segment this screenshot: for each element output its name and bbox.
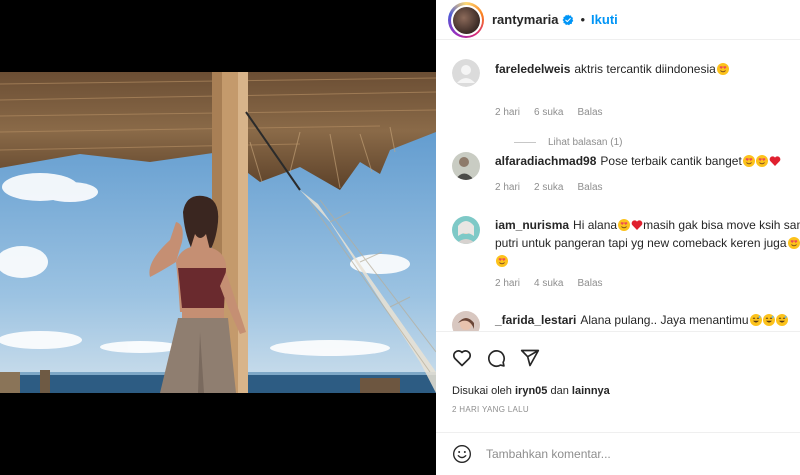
avatar-image bbox=[452, 6, 480, 34]
comment-text: _farida_lestari Alana pulang.. Jaya menan… bbox=[495, 311, 800, 329]
view-replies-label: Lihat balasan (1) bbox=[548, 137, 623, 148]
heart-icon[interactable] bbox=[452, 348, 472, 368]
comments-list[interactable]: fareledelweis aktris tercantik diindonesi… bbox=[436, 41, 800, 331]
comment-meta: 2 hari 2 suka Balas bbox=[495, 182, 603, 193]
heart-eyes-emoji-icon bbox=[755, 155, 768, 167]
comment-username[interactable]: fareledelweis bbox=[495, 62, 570, 76]
emoji-picker-icon[interactable] bbox=[452, 444, 472, 464]
reply-button[interactable]: Balas bbox=[577, 182, 602, 193]
comment-username[interactable]: alfaradiachmad98 bbox=[495, 154, 596, 168]
media-pane bbox=[0, 0, 436, 475]
comment-avatar[interactable] bbox=[452, 152, 480, 180]
comment-likes[interactable]: 6 suka bbox=[534, 107, 563, 118]
comment-username[interactable]: _farida_lestari bbox=[495, 313, 576, 327]
comment-content: Pose terbaik cantik banget bbox=[600, 154, 742, 168]
comment-avatar[interactable] bbox=[452, 311, 480, 331]
avatar-inner bbox=[450, 4, 482, 36]
post-header: rantymaria • Ikuti bbox=[436, 0, 800, 40]
red-heart-emoji-icon bbox=[769, 156, 781, 166]
comment-input[interactable] bbox=[486, 447, 746, 461]
liked-user-link[interactable]: iryn05 bbox=[515, 385, 547, 397]
view-replies-button[interactable]: Lihat balasan (1) bbox=[514, 137, 623, 148]
heart-eyes-emoji-icon bbox=[716, 63, 729, 75]
grinning-sweat-emoji-icon bbox=[762, 314, 775, 326]
comment-time: 2 hari bbox=[495, 182, 521, 193]
post-timestamp[interactable]: 2 HARI YANG LALU bbox=[452, 405, 529, 414]
reply-button[interactable]: Balas bbox=[577, 278, 602, 289]
comment-username[interactable]: iam_nurisma bbox=[495, 218, 569, 232]
reply-button[interactable]: Balas bbox=[577, 107, 602, 118]
post-sidebar: rantymaria • Ikuti fareledelweis aktris t… bbox=[436, 0, 800, 475]
red-heart-emoji-icon bbox=[631, 220, 643, 230]
comment-time: 2 hari bbox=[495, 278, 521, 289]
post-actions: Disukai oleh iryn05 dan lainnya 2 HARI Y… bbox=[436, 331, 800, 437]
comment-icon[interactable] bbox=[486, 348, 506, 368]
comment-content-part1: Hi alana bbox=[573, 218, 618, 232]
liked-others-link[interactable]: lainnya bbox=[572, 385, 610, 397]
liked-conj: dan bbox=[550, 385, 569, 397]
comment-text: iam_nurisma Hi alana masih gak bisa move k… bbox=[495, 216, 800, 270]
comment-text: fareledelweis aktris tercantik diindonesi… bbox=[495, 60, 800, 78]
heart-eyes-emoji-icon bbox=[787, 237, 800, 249]
author-username[interactable]: rantymaria bbox=[492, 12, 558, 27]
comment-avatar[interactable] bbox=[452, 216, 480, 244]
comment-meta: 2 hari 6 suka Balas bbox=[495, 107, 603, 118]
comment-avatar[interactable] bbox=[452, 59, 480, 87]
action-icons bbox=[452, 348, 540, 368]
post-photo[interactable] bbox=[0, 72, 436, 393]
liked-prefix: Disukai oleh bbox=[452, 385, 512, 397]
author-avatar[interactable] bbox=[448, 2, 484, 38]
heart-eyes-emoji-icon bbox=[742, 155, 755, 167]
heart-eyes-emoji-icon bbox=[618, 219, 631, 231]
comment-likes[interactable]: 2 suka bbox=[534, 182, 563, 193]
comment-meta: 2 hari 4 suka Balas bbox=[495, 278, 603, 289]
grinning-sweat-emoji-icon bbox=[775, 314, 788, 326]
replies-divider bbox=[514, 142, 536, 143]
comment-time: 2 hari bbox=[495, 107, 521, 118]
verified-badge-icon bbox=[562, 14, 574, 25]
comment-content: aktris tercantik diindonesia bbox=[574, 62, 716, 76]
comment-text: alfaradiachmad98 Pose terbaik cantik bang… bbox=[495, 152, 800, 170]
header-separator: • bbox=[580, 12, 586, 27]
liked-by-text: Disukai oleh iryn05 dan lainnya bbox=[452, 385, 610, 397]
share-icon[interactable] bbox=[520, 348, 540, 368]
heart-eyes-emoji-icon bbox=[496, 255, 508, 267]
follow-button[interactable]: Ikuti bbox=[591, 12, 618, 27]
add-comment-bar bbox=[436, 432, 800, 475]
grinning-sweat-emoji-icon bbox=[749, 314, 762, 326]
comment-content: Alana pulang.. Jaya menantimu bbox=[580, 313, 749, 327]
comment-likes[interactable]: 4 suka bbox=[534, 278, 563, 289]
